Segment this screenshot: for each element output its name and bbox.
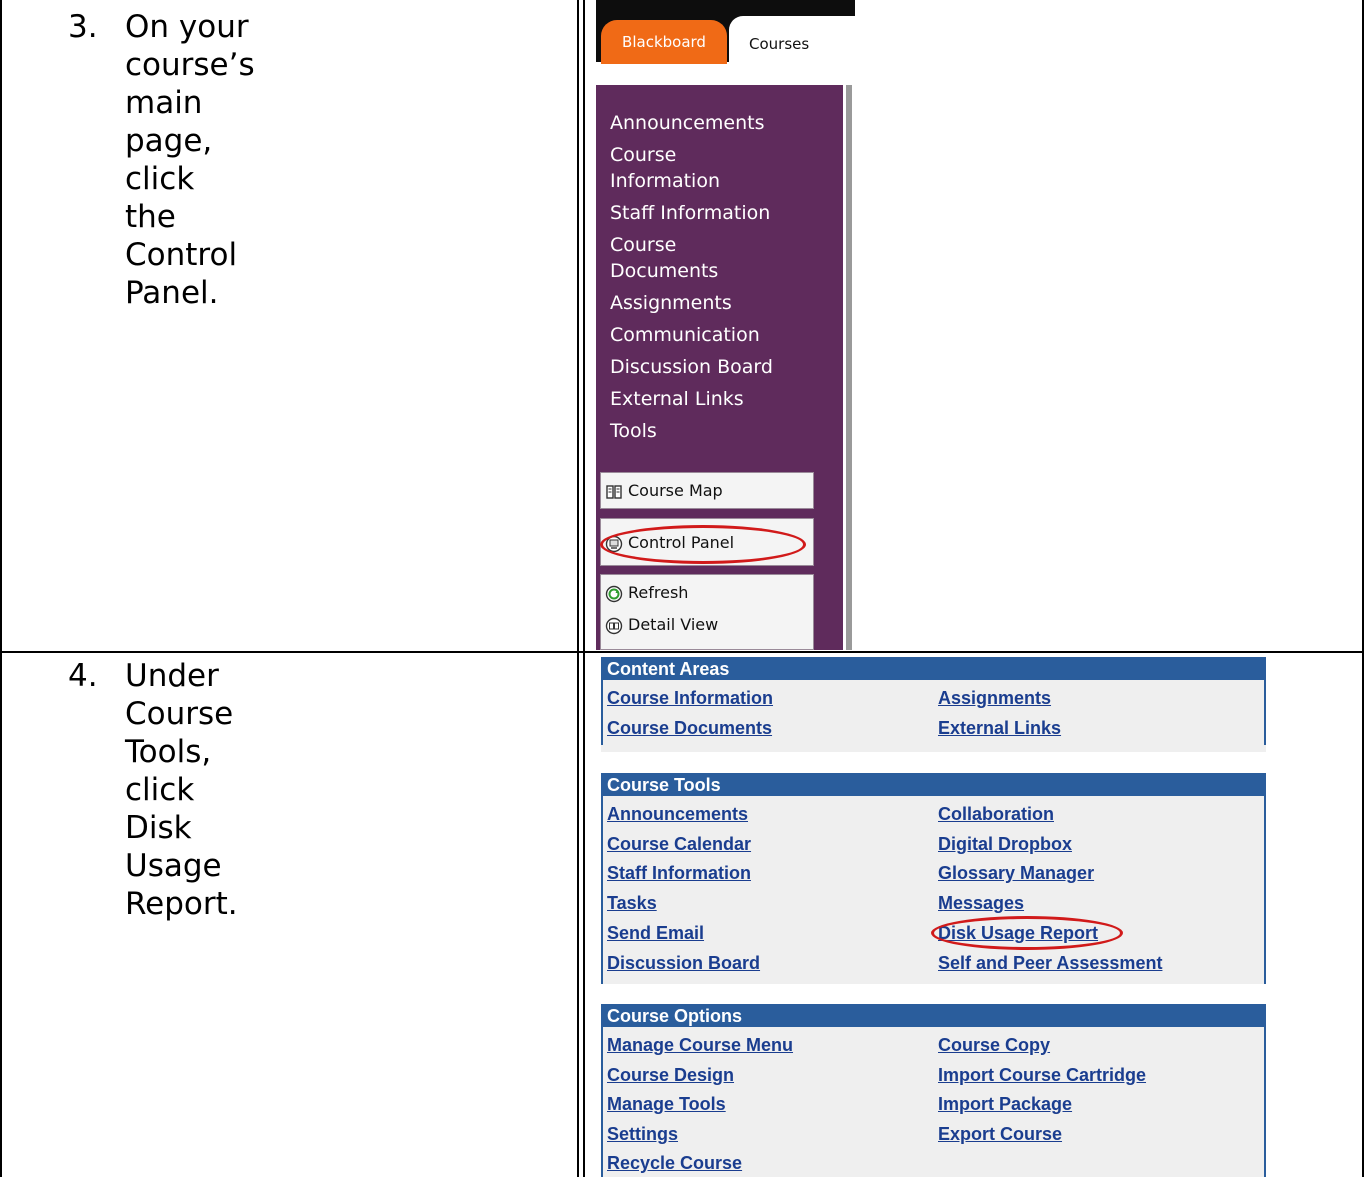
link-import-course-cartridge[interactable]: Import Course Cartridge bbox=[938, 1063, 1146, 1087]
link-manage-course-menu[interactable]: Manage Course Menu bbox=[607, 1033, 793, 1057]
scroll-rail bbox=[843, 85, 855, 650]
step-number: 3. bbox=[68, 9, 98, 45]
book-icon bbox=[606, 484, 622, 499]
nav-external-links[interactable]: External Links bbox=[610, 386, 830, 412]
control-panel-page: Content Areas Course Information Course … bbox=[601, 657, 1266, 1177]
step-instruction: Under Course Tools, click Disk Usage Rep… bbox=[125, 658, 238, 922]
detail-view-label: Detail View bbox=[628, 615, 719, 634]
link-self-and-peer-assessment[interactable]: Self and Peer Assessment bbox=[938, 951, 1162, 975]
tab-courses[interactable]: Courses bbox=[729, 16, 855, 68]
section-header-content-areas: Content Areas bbox=[601, 657, 1266, 680]
nav-announcements[interactable]: Announcements bbox=[610, 110, 830, 136]
nav-course-information[interactable]: Course Information bbox=[610, 142, 830, 194]
nav-tools[interactable]: Tools bbox=[610, 418, 830, 444]
step-number: 4. bbox=[68, 658, 98, 694]
refresh-icon bbox=[605, 585, 623, 602]
nav-course-documents[interactable]: Course Documents bbox=[610, 232, 830, 284]
link-send-email[interactable]: Send Email bbox=[607, 921, 704, 945]
link-staff-information[interactable]: Staff Information bbox=[607, 861, 751, 885]
detail-view-button[interactable]: Detail View bbox=[605, 613, 718, 637]
course-menu: Announcements Course Information Staff I… bbox=[596, 85, 843, 650]
section-gap bbox=[601, 752, 1266, 773]
tab-blackboard[interactable]: Blackboard bbox=[601, 20, 727, 64]
link-messages[interactable]: Messages bbox=[938, 891, 1024, 915]
section-header-course-options: Course Options bbox=[601, 1004, 1266, 1027]
nav-assignments[interactable]: Assignments bbox=[610, 290, 830, 316]
highlight-circle bbox=[600, 525, 806, 564]
table-divider-2 bbox=[583, 0, 585, 1177]
view-options-box: Refresh Detail View bbox=[600, 574, 814, 650]
link-course-documents[interactable]: Course Documents bbox=[607, 716, 772, 740]
link-export-course[interactable]: Export Course bbox=[938, 1122, 1062, 1146]
highlight-circle bbox=[931, 916, 1123, 950]
nav-discussion-board[interactable]: Discussion Board bbox=[610, 354, 830, 380]
course-map-label: Course Map bbox=[628, 481, 723, 500]
link-course-calendar[interactable]: Course Calendar bbox=[607, 832, 751, 856]
link-manage-tools[interactable]: Manage Tools bbox=[607, 1092, 726, 1116]
link-digital-dropbox[interactable]: Digital Dropbox bbox=[938, 832, 1072, 856]
link-assignments[interactable]: Assignments bbox=[938, 686, 1051, 710]
link-tasks[interactable]: Tasks bbox=[607, 891, 657, 915]
detail-view-icon bbox=[605, 617, 623, 634]
step-instruction: On your course’s main page, click the Co… bbox=[125, 9, 255, 311]
table-row-divider bbox=[0, 651, 1364, 653]
section-gap bbox=[601, 984, 1266, 1005]
nav-communication[interactable]: Communication bbox=[610, 322, 830, 348]
link-import-package[interactable]: Import Package bbox=[938, 1092, 1072, 1116]
link-collaboration[interactable]: Collaboration bbox=[938, 802, 1054, 826]
blackboard-tab-bar: Blackboard Courses bbox=[596, 0, 855, 85]
section-header-course-tools: Course Tools bbox=[601, 773, 1266, 796]
link-settings[interactable]: Settings bbox=[607, 1122, 678, 1146]
nav-staff-information[interactable]: Staff Information bbox=[610, 200, 830, 226]
link-recycle-course[interactable]: Recycle Course bbox=[607, 1151, 742, 1175]
link-course-copy[interactable]: Course Copy bbox=[938, 1033, 1050, 1057]
link-announcements[interactable]: Announcements bbox=[607, 802, 748, 826]
link-discussion-board[interactable]: Discussion Board bbox=[607, 951, 760, 975]
table-divider-1 bbox=[577, 0, 579, 1177]
table-border-left bbox=[0, 0, 2, 1177]
link-course-design[interactable]: Course Design bbox=[607, 1063, 734, 1087]
link-course-information[interactable]: Course Information bbox=[607, 686, 773, 710]
link-external-links[interactable]: External Links bbox=[938, 716, 1061, 740]
refresh-label: Refresh bbox=[628, 583, 689, 602]
course-map-button[interactable]: Course Map bbox=[600, 472, 814, 509]
refresh-button[interactable]: Refresh bbox=[605, 581, 688, 605]
link-glossary-manager[interactable]: Glossary Manager bbox=[938, 861, 1094, 885]
